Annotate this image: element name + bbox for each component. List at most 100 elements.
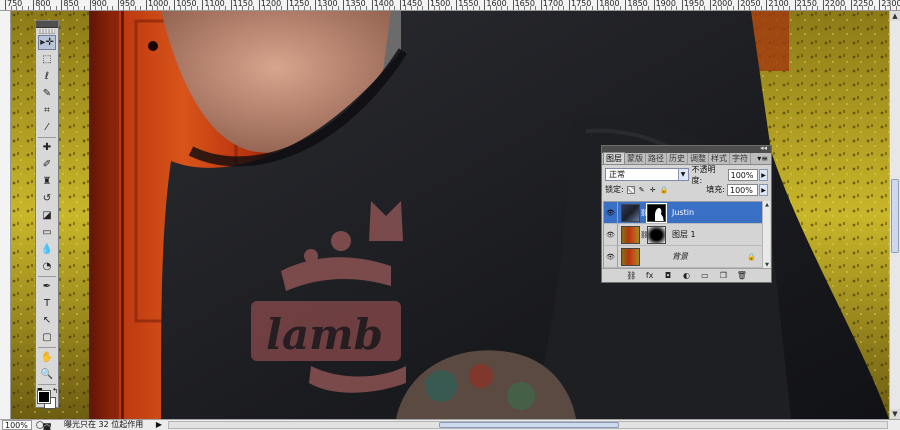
layer-row[interactable]: 👁 ⛓ 图层 1 <box>604 223 762 246</box>
trash-icon[interactable]: 🗑 <box>737 271 747 280</box>
layer-visibility-eye-icon[interactable]: 👁 <box>604 223 618 246</box>
layer-row[interactable]: 👁 背景 🔒 <box>604 245 762 268</box>
pen-tool-icon[interactable]: ✒ <box>38 279 56 294</box>
ruler-minor-tick <box>10 6 12 10</box>
status-info-text: 曝光只在 32 位起作用 <box>64 420 144 429</box>
brush-tool-icon[interactable]: ✐ <box>38 157 56 172</box>
layer-name: 图层 1 <box>672 230 696 239</box>
tab-1[interactable]: 蒙版 <box>625 153 646 164</box>
gradient-tool-icon[interactable]: ▭ <box>38 225 56 240</box>
ruler-minor-tick <box>461 6 463 10</box>
scroll-up-icon[interactable]: ▲ <box>763 201 771 209</box>
ruler-minor-tick <box>591 6 593 10</box>
quick-mask-icon[interactable]: ◙ <box>38 421 56 430</box>
ruler-minor-tick <box>760 6 762 10</box>
ruler-minor-tick <box>450 6 452 10</box>
eyedropper-tool-icon[interactable]: ⁄ <box>38 120 56 135</box>
ruler-minor-tick <box>191 6 193 10</box>
lock-all-icon[interactable]: 🔒 <box>660 186 669 194</box>
layer-thumbnail[interactable] <box>621 225 640 244</box>
blur-tool-icon[interactable]: 💧 <box>38 242 56 257</box>
lock-transparency-icon[interactable] <box>626 185 635 194</box>
scroll-up-icon[interactable]: ▲ <box>890 11 900 21</box>
lock-pixels-icon[interactable]: ✎ <box>638 186 646 194</box>
ruler-minor-tick <box>518 6 520 10</box>
ruler-minor-tick <box>704 6 706 10</box>
ruler-minor-tick <box>219 6 221 10</box>
ruler-minor-tick <box>349 6 351 10</box>
layer-row[interactable]: 👁 ⛓ Justin <box>604 201 762 224</box>
layers-panel-footer: ⛓ fx ◘ ◐ ▭ ❐ 🗑 <box>602 268 771 282</box>
vertical-scroll-thumb[interactable] <box>891 179 899 253</box>
collapse-panel-icon[interactable]: ◂◂ <box>760 144 767 152</box>
opacity-slider-arrow-icon[interactable]: ▶ <box>759 168 769 181</box>
healing-brush-tool-icon[interactable]: ✚ <box>38 140 56 155</box>
move-tool-icon[interactable]: ▸✛ <box>38 35 56 50</box>
tab-0[interactable]: 图层 <box>603 152 625 164</box>
dodge-tool-icon[interactable]: ◔ <box>38 259 56 274</box>
layer-visibility-eye-icon[interactable]: 👁 <box>604 201 618 224</box>
layer-mask-thumbnail[interactable] <box>647 225 666 244</box>
horizontal-scrollbar[interactable] <box>168 421 888 429</box>
fill-slider-arrow-icon[interactable]: ▶ <box>759 183 768 196</box>
fx-icon[interactable]: fx <box>645 271 655 280</box>
marquee-tool-icon[interactable]: ⬚ <box>38 52 56 67</box>
crop-tool-icon[interactable]: ⌗ <box>38 103 56 118</box>
ruler-minor-tick <box>213 6 215 10</box>
lock-position-icon[interactable]: ✛ <box>649 186 657 194</box>
link-icon[interactable]: ⛓ <box>626 271 636 280</box>
opacity-field[interactable]: 100% <box>727 168 759 181</box>
tab-4[interactable]: 调整 <box>688 153 709 164</box>
vertical-scrollbar[interactable]: ▲ ▼ <box>889 11 900 419</box>
clone-stamp-tool-icon[interactable]: ♜ <box>38 174 56 189</box>
chevron-down-icon: ▼ <box>677 169 688 180</box>
ruler-minor-tick <box>614 6 616 10</box>
zoom-tool-icon[interactable]: 🔍 <box>38 367 56 382</box>
hand-tool-icon[interactable]: ✋ <box>38 350 56 365</box>
tools-panel-grip[interactable] <box>39 29 55 34</box>
layer-thumbnail[interactable] <box>621 203 640 222</box>
layer-visibility-eye-icon[interactable]: 👁 <box>604 245 618 268</box>
lasso-tool-icon[interactable]: ℓ <box>38 69 56 84</box>
ruler-minor-tick <box>292 6 294 10</box>
ruler-minor-tick <box>788 6 790 10</box>
adjustment-icon[interactable]: ◐ <box>681 271 691 280</box>
tab-5[interactable]: 样式 <box>709 153 730 164</box>
foreground-color-swatch[interactable] <box>37 390 51 404</box>
mask-link-icon[interactable]: ⛓ <box>640 209 649 217</box>
swap-colors-icon[interactable]: ↰ <box>52 387 58 395</box>
shape-tool-icon[interactable]: ▢ <box>38 330 56 345</box>
path-selection-tool-icon[interactable]: ↖ <box>38 313 56 328</box>
horizontal-scroll-thumb[interactable] <box>439 422 619 428</box>
status-menu-arrow-icon[interactable]: ▶ <box>154 420 164 430</box>
tab-3[interactable]: 历史 <box>667 153 688 164</box>
layer-thumbnail[interactable] <box>621 247 640 266</box>
tab-6[interactable]: 字符 <box>730 153 751 164</box>
ruler-minor-tick <box>326 6 328 10</box>
tool-separator <box>38 276 56 277</box>
quick-selection-tool-icon[interactable]: ✎ <box>38 86 56 101</box>
layers-list-scrollbar[interactable]: ▲ ▼ <box>762 201 770 269</box>
lock-label: 锁定: <box>605 185 624 194</box>
new-layer-icon[interactable]: ❐ <box>718 271 728 280</box>
eraser-tool-icon[interactable]: ◪ <box>38 208 56 223</box>
zoom-level-field[interactable]: 100% <box>2 420 32 430</box>
ruler-minor-tick <box>78 6 80 10</box>
ruler-minor-tick <box>196 6 198 10</box>
tools-panel-titlebar[interactable] <box>36 21 58 28</box>
history-brush-tool-icon[interactable]: ↺ <box>38 191 56 206</box>
mask-link-icon[interactable]: ⛓ <box>640 231 649 239</box>
ruler-minor-tick <box>112 6 114 10</box>
tab-2[interactable]: 路径 <box>646 153 667 164</box>
fill-field[interactable]: 100% <box>727 183 758 196</box>
ruler-minor-tick <box>55 6 57 10</box>
scroll-down-icon[interactable]: ▼ <box>890 409 900 419</box>
blend-mode-select[interactable]: 正常 ▼ <box>605 168 689 181</box>
type-tool-icon[interactable]: T <box>38 296 56 311</box>
group-icon[interactable]: ▭ <box>700 271 710 280</box>
ruler-minor-tick <box>44 6 46 10</box>
panel-menu-icon[interactable]: ▾≡ <box>757 153 768 164</box>
mask-icon[interactable]: ◘ <box>663 271 673 280</box>
opacity-label: 不透明度: <box>691 164 716 185</box>
layer-mask-thumbnail[interactable] <box>646 202 667 223</box>
